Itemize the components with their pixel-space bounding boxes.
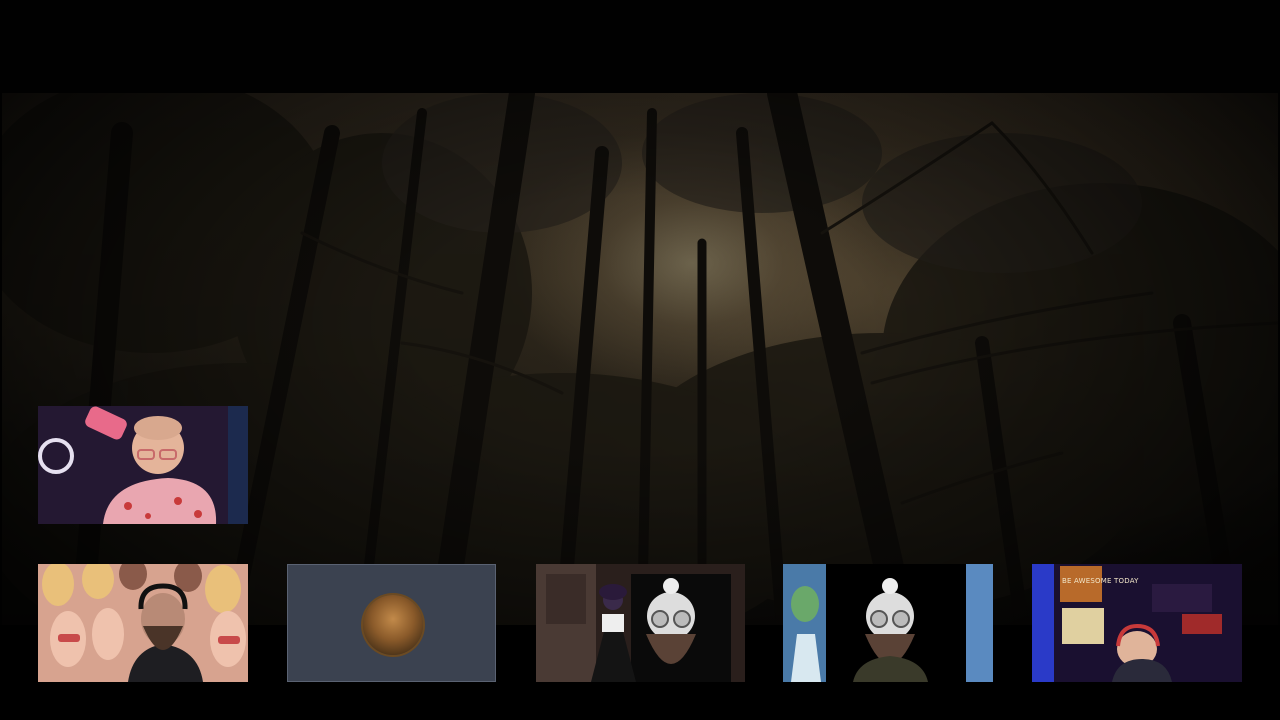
webcam-bearded-streamer[interactable] — [38, 564, 248, 682]
webcam-host[interactable] — [38, 406, 248, 524]
vignette-overlay — [2, 93, 1278, 625]
masked-avatar-tile[interactable] — [783, 564, 993, 682]
webcam-vtuber-duo[interactable] — [536, 564, 745, 682]
host-figure — [38, 406, 248, 524]
anime-background-and-streamer — [38, 564, 248, 682]
participant-avatar[interactable] — [363, 595, 423, 655]
room-sign-text: BE AWESOME TODAY — [1062, 577, 1139, 585]
stream-canvas: BE AWESOME TODAY — [0, 0, 1280, 720]
game-view-forest — [2, 93, 1278, 625]
avatar-tile[interactable] — [287, 564, 496, 682]
masked-avatar-scene — [783, 564, 993, 682]
webcam-streamer-room[interactable]: BE AWESOME TODAY — [1032, 564, 1242, 682]
vtuber-duo-scene — [536, 564, 745, 682]
